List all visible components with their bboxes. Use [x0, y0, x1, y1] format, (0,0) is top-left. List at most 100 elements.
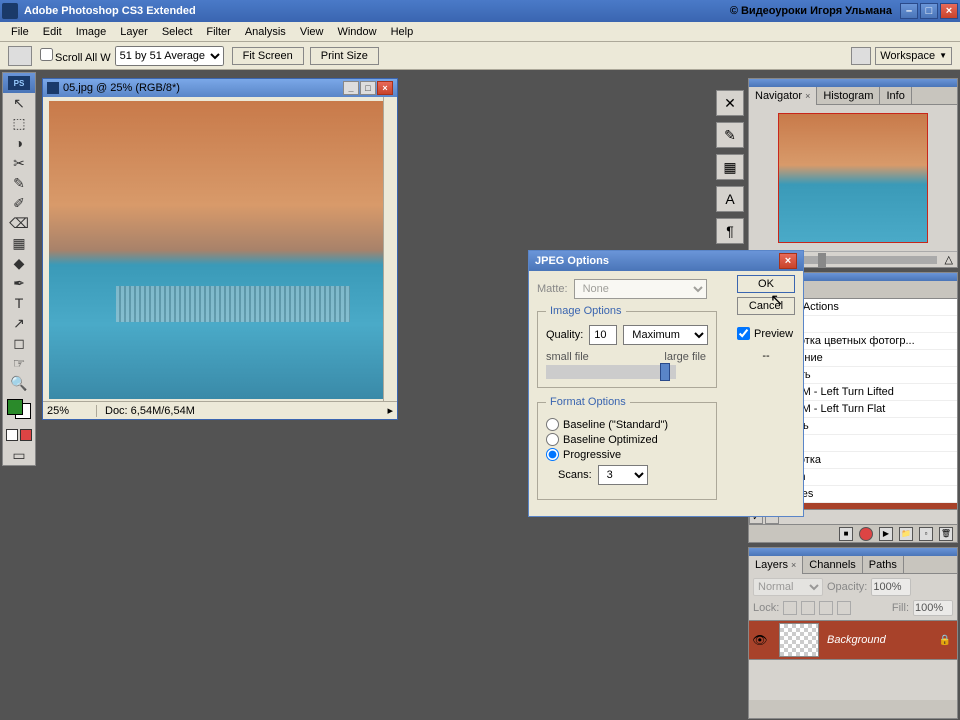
tab-layers[interactable]: Layers×: [749, 556, 803, 574]
layer-thumbnail[interactable]: [779, 623, 819, 657]
progressive-radio[interactable]: [546, 448, 559, 461]
current-tool-icon[interactable]: [8, 46, 32, 66]
tab-info[interactable]: Info: [880, 87, 911, 105]
pen-tool[interactable]: ✒: [5, 273, 33, 293]
tools-palette: PS ↖ ⬚ ◑ ✂ ✎ ✐ ⌫ ▦ ◆ ✒ T ↗ ◻ ☞ 🔍 ▭: [2, 72, 36, 466]
tab-channels[interactable]: Channels: [803, 556, 862, 574]
workspace-dropdown[interactable]: Workspace▼: [875, 47, 952, 65]
screen-mode-tool[interactable]: ▭: [5, 445, 33, 465]
marquee-tool[interactable]: ⬚: [5, 113, 33, 133]
path-tool[interactable]: ↗: [5, 313, 33, 333]
crop-tool[interactable]: ✂: [5, 153, 33, 173]
tab-histogram[interactable]: Histogram: [817, 87, 880, 105]
workspace-icon[interactable]: [851, 47, 871, 65]
doc-minimize-button[interactable]: _: [343, 81, 359, 95]
sample-size-select[interactable]: 51 by 51 Average: [115, 46, 224, 66]
play-icon[interactable]: ▶: [879, 527, 893, 541]
cancel-button[interactable]: Cancel: [737, 297, 795, 315]
app-title: Adobe Photoshop CS3 Extended: [24, 5, 196, 17]
navigator-panel: Navigator× Histogram Info ▵ △: [748, 78, 958, 268]
fill-input[interactable]: [913, 600, 953, 616]
lock-position-icon[interactable]: [819, 601, 833, 615]
actions-footer: ■ ▶ 📁 ▫ 🗑: [749, 524, 957, 542]
dock-brush-icon[interactable]: ✎: [716, 122, 744, 148]
hand-tool[interactable]: ☞: [5, 353, 33, 373]
eraser-tool[interactable]: ▦: [5, 233, 33, 253]
gradient-tool[interactable]: ◆: [5, 253, 33, 273]
menu-filter[interactable]: Filter: [199, 24, 237, 40]
optimized-radio[interactable]: [546, 433, 559, 446]
quality-slider[interactable]: [546, 365, 676, 379]
menu-help[interactable]: Help: [384, 24, 421, 40]
large-file-label: large file: [664, 351, 706, 363]
dock-close-icon[interactable]: ✕: [716, 90, 744, 116]
baseline-radio[interactable]: [546, 418, 559, 431]
canvas-area[interactable]: [49, 101, 383, 399]
new-action-icon[interactable]: ▫: [919, 527, 933, 541]
window-close-button[interactable]: ×: [940, 3, 958, 19]
zoom-level[interactable]: 25%: [47, 405, 97, 417]
scans-select[interactable]: 3: [598, 465, 648, 485]
standard-mode-icon[interactable]: [6, 429, 18, 441]
fit-screen-button[interactable]: Fit Screen: [232, 47, 304, 65]
type-tool[interactable]: T: [5, 293, 33, 313]
menu-window[interactable]: Window: [330, 24, 383, 40]
menu-view[interactable]: View: [293, 24, 331, 40]
navigator-thumbnail[interactable]: [778, 113, 928, 243]
quickmask-mode-icon[interactable]: [20, 429, 32, 441]
app-icon: [2, 3, 18, 19]
lock-transparency-icon[interactable]: [783, 601, 797, 615]
color-swatches[interactable]: [5, 397, 33, 421]
menu-file[interactable]: File: [4, 24, 36, 40]
eyedropper-tool[interactable]: ✎: [5, 173, 33, 193]
dock-strip: ✕ ✎ ▦ A ¶: [716, 90, 746, 244]
menu-image[interactable]: Image: [69, 24, 114, 40]
quality-preset-select[interactable]: Maximum: [623, 325, 708, 345]
ok-button[interactable]: OK: [737, 275, 795, 293]
matte-select: None: [574, 279, 707, 299]
menu-analysis[interactable]: Analysis: [238, 24, 293, 40]
status-arrow-icon[interactable]: ▸: [387, 404, 393, 417]
foreground-color-swatch[interactable]: [7, 399, 23, 415]
dock-character-icon[interactable]: A: [716, 186, 744, 212]
record-icon[interactable]: [859, 527, 873, 541]
menu-bar: File Edit Image Layer Select Filter Anal…: [0, 22, 960, 42]
doc-maximize-button[interactable]: □: [360, 81, 376, 95]
blend-mode-select[interactable]: Normal: [753, 578, 823, 596]
layer-name[interactable]: Background: [827, 634, 939, 646]
vertical-scrollbar[interactable]: [383, 97, 397, 401]
print-size-button[interactable]: Print Size: [310, 47, 379, 65]
clone-tool[interactable]: ⌫: [5, 213, 33, 233]
dialog-close-button[interactable]: ×: [779, 253, 797, 269]
lock-all-icon[interactable]: [837, 601, 851, 615]
doc-close-button[interactable]: ×: [377, 81, 393, 95]
layer-row-background[interactable]: 👁 Background 🔒: [749, 620, 957, 660]
quality-input[interactable]: [589, 325, 617, 345]
preview-checkbox[interactable]: [737, 327, 750, 340]
tab-paths[interactable]: Paths: [863, 556, 904, 574]
menu-edit[interactable]: Edit: [36, 24, 69, 40]
zoom-tool[interactable]: 🔍: [5, 373, 33, 393]
new-set-icon[interactable]: 📁: [899, 527, 913, 541]
brush-tool[interactable]: ✐: [5, 193, 33, 213]
image-options-legend: Image Options: [546, 305, 626, 317]
lock-pixels-icon[interactable]: [801, 601, 815, 615]
visibility-eye-icon[interactable]: 👁: [749, 633, 771, 647]
stop-icon[interactable]: ■: [839, 527, 853, 541]
menu-layer[interactable]: Layer: [113, 24, 155, 40]
move-tool[interactable]: ↖: [5, 93, 33, 113]
trash-icon[interactable]: 🗑: [939, 527, 953, 541]
dock-swatches-icon[interactable]: ▦: [716, 154, 744, 180]
opacity-input[interactable]: [871, 578, 911, 596]
dock-paragraph-icon[interactable]: ¶: [716, 218, 744, 244]
jpeg-options-dialog: JPEG Options × OK Cancel Preview -- Matt…: [528, 250, 804, 517]
shape-tool[interactable]: ◻: [5, 333, 33, 353]
nav-zoom-in-icon[interactable]: △: [945, 253, 953, 266]
scroll-all-checkbox[interactable]: Scroll All W: [40, 48, 111, 64]
tab-navigator[interactable]: Navigator×: [749, 87, 817, 105]
layer-lock-icon: 🔒: [939, 635, 951, 646]
lasso-tool[interactable]: ◑: [5, 133, 33, 153]
window-minimize-button[interactable]: –: [900, 3, 918, 19]
menu-select[interactable]: Select: [155, 24, 200, 40]
window-maximize-button[interactable]: □: [920, 3, 938, 19]
